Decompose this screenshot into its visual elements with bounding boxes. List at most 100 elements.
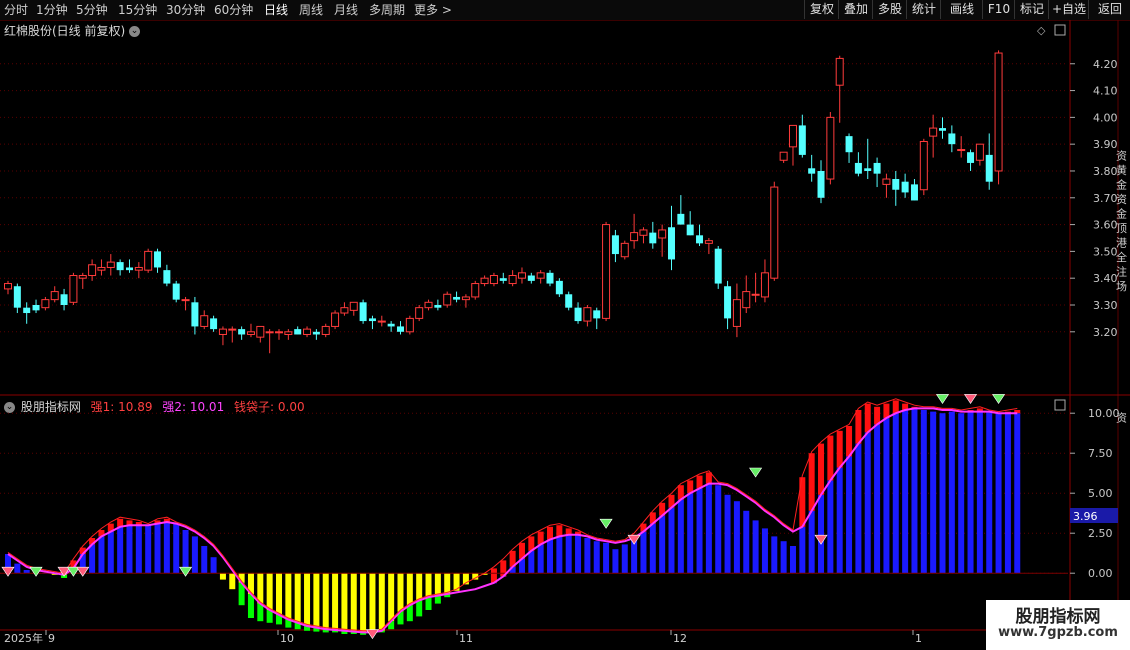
diamond-icon[interactable]: ◇: [1037, 24, 1046, 37]
candle-body: [275, 331, 284, 334]
indicator-bar: [575, 534, 582, 574]
indicator-bar: [818, 494, 825, 574]
candle-body: [134, 266, 143, 271]
candle-body: [453, 296, 461, 300]
candle-body: [985, 154, 993, 182]
candle-body: [994, 52, 1003, 172]
candle-body: [78, 275, 87, 279]
candle-body: [555, 280, 563, 295]
indicator-bar: [771, 536, 778, 574]
indicator-bar: [547, 539, 554, 574]
indicator-bar: [98, 536, 105, 574]
indicator-bar: [855, 443, 862, 574]
candle-body: [808, 168, 816, 174]
candle-body: [975, 143, 984, 161]
candle-body: [817, 170, 825, 198]
indicator-bar: [705, 483, 712, 574]
candle-body: [265, 331, 274, 334]
candle-body: [957, 149, 966, 152]
indicator-bar: [649, 523, 656, 574]
indicator-bar: [733, 501, 740, 574]
indicator-bar: [126, 525, 133, 574]
indicator-bar-weak: [219, 573, 226, 580]
candle-body: [228, 328, 237, 331]
gem-signal-icon: [599, 518, 613, 529]
indicator-bar: [976, 411, 983, 574]
candle-body: [284, 331, 293, 335]
indicator-bar-weak: [341, 573, 348, 631]
indicator-bar: [892, 413, 899, 574]
candle-body: [910, 184, 918, 201]
candle-body: [536, 272, 545, 279]
candle-body: [967, 152, 975, 163]
candle-body: [845, 136, 853, 153]
candle-body: [630, 232, 639, 242]
indicator-bar: [1014, 413, 1021, 574]
candle-body: [191, 302, 199, 327]
price-axis: 3.203.303.403.503.603.703.803.904.004.10…: [1070, 58, 1118, 339]
indicator-bar: [584, 538, 591, 574]
indicator-bar: [696, 488, 703, 574]
candle-body: [649, 232, 657, 244]
indicator-bar-strong: [846, 426, 853, 457]
indicator-bar: [967, 411, 974, 574]
time-label-oct: 10: [280, 632, 294, 645]
candle-body: [864, 168, 872, 171]
candle-body: [770, 186, 779, 279]
candle-body: [854, 162, 862, 174]
candle-body: [32, 304, 40, 311]
candle-body: [788, 124, 797, 148]
candle-body: [826, 116, 835, 180]
indicator-bar-weak: [416, 573, 423, 601]
indicator-bar: [210, 557, 217, 574]
indicator-bar: [593, 541, 600, 574]
time-label-sep: 9: [48, 632, 55, 645]
indicator-bar-weak: [350, 573, 357, 632]
indicator-bar-weak: [276, 573, 283, 615]
indicator-bar: [612, 549, 619, 574]
candle-body: [760, 272, 769, 298]
indicator-bar-strong: [836, 430, 843, 468]
indicator-bar-strong: [892, 400, 899, 414]
indicator-bar-weak: [425, 573, 432, 598]
candle-body: [696, 235, 704, 244]
indicator-bar: [565, 534, 572, 574]
indicator-bar: [995, 413, 1002, 574]
candle-body: [882, 178, 891, 185]
candle-body: [97, 266, 106, 271]
indicator-bar-strong: [827, 435, 834, 481]
candle-body: [471, 283, 480, 298]
watermark: 股朋指标网 www.7gpzb.com: [986, 600, 1130, 650]
indicator-bar: [836, 467, 843, 574]
gem-signal-icon: [935, 394, 950, 404]
indicator-bar: [789, 546, 796, 574]
candle-body: [218, 328, 227, 335]
indicator-bar: [715, 485, 722, 574]
gem-signal-icon: [178, 566, 193, 577]
indicator-bar: [107, 531, 114, 574]
candle-body: [667, 227, 675, 260]
candle-body: [686, 224, 694, 236]
indicator-bar-negative: [425, 597, 432, 610]
price-tick-label: 4.20: [1093, 58, 1118, 71]
candle-body: [919, 140, 928, 191]
candle-body: [480, 277, 489, 285]
indicator-bar: [89, 544, 96, 574]
candle-body: [69, 275, 78, 303]
window-toggle-icon[interactable]: [1054, 24, 1066, 36]
indicator-bar: [920, 410, 927, 574]
indicator-bar-strong: [556, 525, 563, 537]
gem-signal-icon: [1, 566, 15, 577]
candle-body: [200, 315, 209, 327]
candle-body: [873, 162, 881, 174]
indicator-bar-weak: [304, 573, 311, 626]
indicator-bar-weak: [266, 573, 273, 610]
indicator-window-toggle-icon[interactable]: [1054, 399, 1066, 411]
price-tick-label: 3.20: [1093, 326, 1118, 339]
indicator-bar: [808, 510, 815, 574]
indicator-bar: [191, 536, 198, 574]
indicator-bar-strong: [864, 403, 871, 433]
indicator-bar: [528, 550, 535, 574]
candle-body: [779, 151, 788, 161]
candle-body: [424, 301, 433, 309]
